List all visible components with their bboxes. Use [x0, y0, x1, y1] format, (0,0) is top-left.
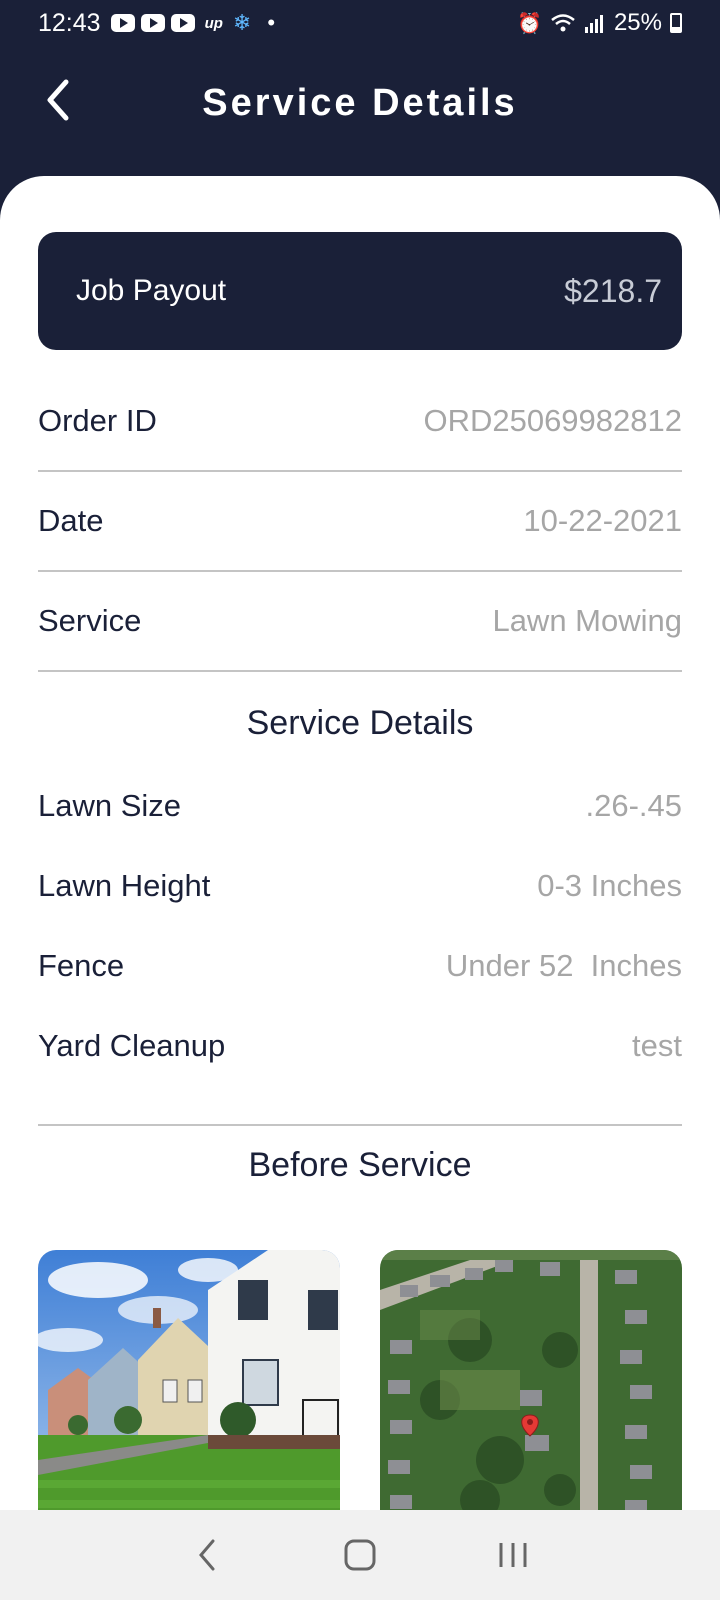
lawn-height-value: 0-3 Inches — [537, 868, 682, 903]
alarm-icon: ⏰ — [517, 12, 542, 35]
yard-cleanup-label: Yard Cleanup — [38, 1028, 226, 1063]
nav-recents-icon — [499, 1543, 527, 1567]
service-details-heading: Service Details — [246, 704, 474, 742]
order-id-value: ORD25069982812 — [423, 403, 682, 438]
fence-value: Under 52 Inches — [445, 948, 682, 983]
nav-home-icon — [344, 1539, 376, 1571]
yard-cleanup-row: Yard Cleanup test — [38, 996, 682, 1096]
youtube-icon — [140, 14, 165, 32]
order-id-label: Order ID — [38, 403, 157, 438]
yard-cleanup-value: test — [632, 1028, 682, 1063]
nav-back-button[interactable] — [177, 1525, 237, 1585]
before-service-heading: Before Service — [248, 1146, 472, 1184]
snowflake-icon: ❄ — [232, 10, 252, 35]
job-payout-value: $218.7 — [564, 272, 662, 309]
before-photo-aerial[interactable] — [380, 1250, 682, 1510]
battery-icon — [670, 13, 682, 33]
service-row: Service Lawn Mowing — [38, 572, 682, 672]
more-notifications-icon: • — [267, 10, 276, 35]
date-label: Date — [38, 503, 104, 538]
system-icons: ⏰ 25% — [517, 9, 682, 37]
lawn-size-label: Lawn Size — [38, 788, 182, 823]
page-title: Service Details — [202, 81, 518, 124]
wifi-icon — [551, 14, 575, 32]
youtube-icon — [110, 14, 135, 32]
order-id-row: Order ID ORD25069982812 — [38, 372, 682, 472]
youtube-icon — [170, 14, 195, 32]
system-nav-bar — [0, 1510, 720, 1600]
date-value: 10-22-2021 — [523, 503, 682, 538]
battery-percent: 25% — [613, 9, 662, 36]
nav-recents-button[interactable] — [483, 1525, 543, 1585]
fence-label: Fence — [38, 948, 125, 983]
lawn-height-label: Lawn Height — [38, 868, 211, 903]
before-photo-house[interactable] — [38, 1250, 340, 1510]
nav-back-icon — [198, 1539, 215, 1571]
date-row: Date 10-22-2021 — [38, 472, 682, 572]
job-payout-label: Job Payout — [76, 274, 227, 307]
upwork-icon: up — [204, 14, 223, 32]
app-header: Service Details — [0, 46, 720, 176]
chevron-left-icon — [47, 79, 69, 121]
service-label: Service — [38, 603, 142, 638]
job-payout-card: Job Payout $218.7 — [38, 232, 682, 350]
lawn-size-value: .26-.45 — [585, 788, 682, 823]
section-divider — [38, 1124, 682, 1126]
nav-home-button[interactable] — [330, 1525, 390, 1585]
back-button[interactable] — [40, 78, 76, 122]
status-time: 12:43 — [38, 8, 101, 37]
notification-icons: up ❄ • — [110, 10, 276, 36]
signal-icon — [584, 15, 603, 33]
service-value: Lawn Mowing — [492, 603, 682, 638]
content-card: Job Payout $218.7 Order ID ORD2506998281… — [0, 176, 720, 1510]
status-bar: 12:43 up ❄ • ⏰ 25% — [0, 0, 720, 46]
